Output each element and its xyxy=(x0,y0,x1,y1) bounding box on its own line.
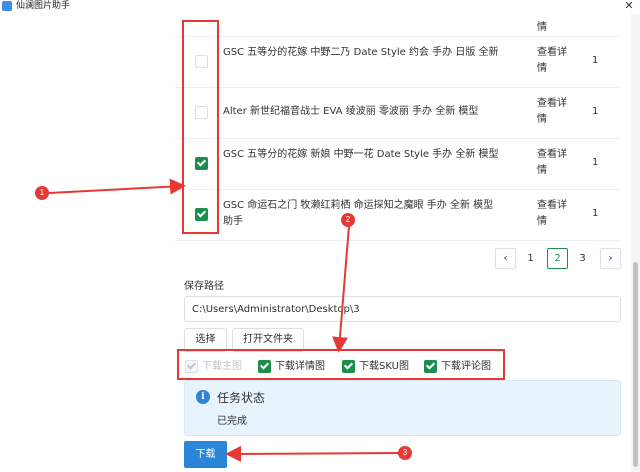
annotation-badge-1: 1 xyxy=(35,186,49,200)
arrow-3 xyxy=(225,445,402,462)
annotation-badge-3: 3 xyxy=(398,446,412,460)
arrow-2 xyxy=(331,225,350,353)
arrow-1 xyxy=(48,178,186,195)
annotation-badge-2: 2 xyxy=(341,213,355,227)
annotation-arrows xyxy=(48,178,402,462)
